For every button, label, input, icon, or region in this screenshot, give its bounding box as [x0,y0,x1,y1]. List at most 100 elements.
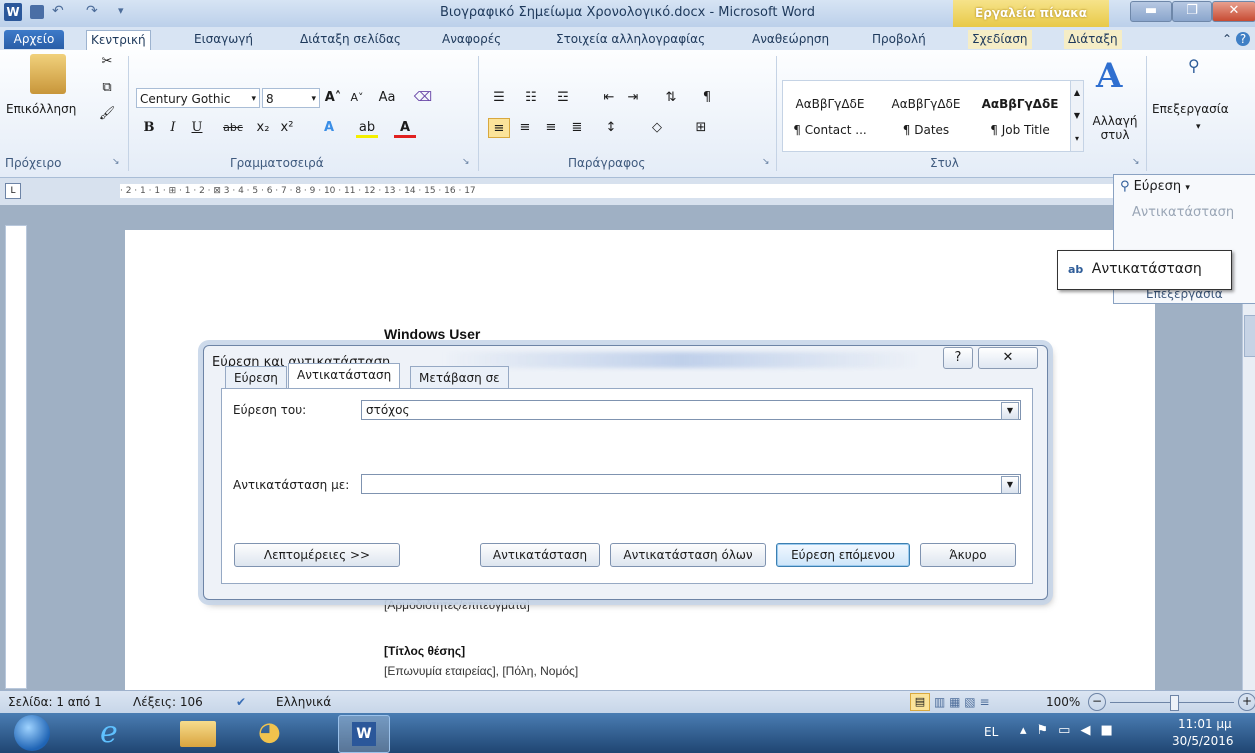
text-effects-icon[interactable]: A [318,118,340,138]
internet-explorer-icon[interactable]: e [100,715,118,750]
zoom-slider-thumb[interactable] [1170,695,1179,711]
tab-goto[interactable]: Μετάβαση σε [410,366,509,389]
highlight-icon[interactable]: ab [356,118,378,138]
print-layout-icon[interactable]: ▤ [910,693,930,711]
shrink-font-icon[interactable]: A˅ [346,88,368,108]
copy-icon[interactable]: ⧉ [96,78,118,98]
style-dates[interactable]: ΑαΒβΓγΔδΕ ¶ Dates [879,85,973,151]
style-contact[interactable]: ΑαΒβΓγΔδΕ ¶ Contact ... [783,85,877,151]
clock-date[interactable]: 30/5/2016 [1172,734,1234,748]
proofing-icon[interactable]: ✔ [236,695,246,709]
borders-icon[interactable]: ⊞ [690,118,712,138]
italic-icon[interactable]: I [162,118,184,138]
tab-view[interactable]: Προβολή [868,30,930,49]
document-heading[interactable]: Windows User [384,326,480,342]
word-count[interactable]: Λέξεις: 106 [133,695,203,709]
start-button[interactable] [14,715,50,751]
numbering-icon[interactable]: ☷ [520,88,542,108]
tab-table-layout[interactable]: Διάταξη [1064,30,1122,49]
binoculars-icon[interactable]: ⚲ [1188,56,1200,75]
styles-gallery[interactable]: ΑαΒβΓγΔδΕ ¶ Contact ... ΑαΒβΓγΔδΕ ¶ Date… [782,80,1072,152]
shading-icon[interactable]: ◇ [646,118,668,138]
cancel-button[interactable]: Άκυρο [920,543,1016,567]
tab-replace[interactable]: Αντικατάσταση [288,363,401,390]
tab-page-layout[interactable]: Διάταξη σελίδας [296,30,405,49]
show-marks-icon[interactable]: ¶ [696,88,718,108]
superscript-icon[interactable]: x² [276,118,298,138]
document-line[interactable]: [Τίτλος θέσης] [384,644,465,658]
minimize-button[interactable]: ▬ [1130,1,1172,22]
zoom-out-icon[interactable]: − [1088,693,1106,711]
chevron-down-icon[interactable]: ▼ [1001,476,1019,494]
tab-home[interactable]: Κεντρική [86,30,151,50]
paragraph-launcher-icon[interactable]: ↘ [762,157,770,167]
language-indicator[interactable]: EL [984,725,998,739]
tab-mailings[interactable]: Στοιχεία αλληλογραφίας [552,30,709,49]
chevron-down-icon[interactable]: ▼ [1001,402,1019,420]
tab-review[interactable]: Αναθεώρηση [748,30,833,49]
increase-indent-icon[interactable]: ⇥ [622,88,644,108]
replace-callout-button[interactable]: ab Αντικατάσταση [1057,250,1232,290]
align-center-icon[interactable]: ≡ [514,118,536,138]
bullets-icon[interactable]: ☰ [488,88,510,108]
line-spacing-icon[interactable]: ↕ [600,118,622,138]
replace-all-button[interactable]: Αντικατάσταση όλων [610,543,766,567]
tab-table-design[interactable]: Σχεδίαση [968,30,1032,49]
clock-time[interactable]: 11:01 μμ [1178,717,1232,731]
tab-insert[interactable]: Εισαγωγή [190,30,257,49]
grow-font-icon[interactable]: A˄ [322,88,344,108]
tab-references[interactable]: Αναφορές [438,30,505,49]
help-icon[interactable]: ? [1236,32,1250,46]
underline-icon[interactable]: U [186,118,208,138]
file-explorer-icon[interactable] [180,721,216,747]
paste-icon[interactable] [30,54,66,94]
editing-button[interactable]: Επεξεργασία [1152,102,1229,116]
find-menu-item[interactable]: ⚲ Εύρεση ▾ [1120,179,1190,194]
zoom-level[interactable]: 100% [1046,695,1080,709]
font-launcher-icon[interactable]: ↘ [462,157,470,167]
close-button[interactable]: ✕ [1212,1,1255,22]
tray-icons[interactable]: ▴⚑▭◀■ [1020,723,1123,738]
replace-with-field[interactable]: ▼ [361,474,1021,494]
more-button[interactable]: Λεπτομέρειες >> [234,543,400,567]
decrease-indent-icon[interactable]: ⇤ [598,88,620,108]
language-indicator[interactable]: Ελληνικά [276,695,331,709]
subscript-icon[interactable]: x₂ [252,118,274,138]
maximize-button[interactable]: ❐ [1172,1,1212,22]
strikethrough-icon[interactable]: abc [222,118,244,138]
font-size-combo[interactable]: 8 ▾ [262,88,320,108]
horizontal-ruler[interactable]: L · 2 · 1 · 1 · ⊞ · 1 · 2 · ⊠ 3 · 4 · 5 … [0,178,1255,206]
paste-button[interactable]: Επικόλληση [6,102,76,116]
find-what-field[interactable]: στόχος ▼ [361,400,1021,420]
tab-find[interactable]: Εύρεση [225,366,287,389]
find-next-button[interactable]: Εύρεση επόμενου [776,543,910,567]
style-job-title[interactable]: ΑαΒβΓγΔδΕ ¶ Job Title [973,85,1067,151]
clear-formatting-icon[interactable]: ⌫ [412,88,434,108]
replace-menu-item[interactable]: Αντικατάσταση [1132,205,1234,220]
clipboard-launcher-icon[interactable]: ↘ [112,157,120,167]
multilevel-list-icon[interactable]: ☲ [552,88,574,108]
sort-icon[interactable]: ⇅ [660,88,682,108]
justify-icon[interactable]: ≣ [566,118,588,138]
dialog-close-button[interactable]: ✕ [978,347,1038,369]
replace-button[interactable]: Αντικατάσταση [480,543,600,567]
align-right-icon[interactable]: ≡ [540,118,562,138]
tab-selector-icon[interactable]: L [5,183,21,199]
change-case-icon[interactable]: Aa [376,88,398,108]
document-line[interactable]: [Επωνυμία εταιρείας], [Πόλη, Νομός] [384,664,578,678]
scroll-thumb[interactable] [1244,315,1255,357]
vertical-ruler[interactable] [5,225,27,689]
zoom-in-icon[interactable]: + [1238,693,1255,711]
format-painter-icon[interactable]: 🖌 [96,104,118,124]
styles-launcher-icon[interactable]: ↘ [1132,157,1140,167]
view-icons[interactable]: ▥ ▦ ▧ ≡ [934,695,990,709]
document-line[interactable]: [Αρμοδιότητες/επιτεύγματα] [384,598,530,612]
paint-icon[interactable]: ◕ [258,717,281,747]
cut-icon[interactable]: ✂ [96,52,118,72]
change-styles-button[interactable]: Αλλαγή στυλ [1090,114,1140,142]
bold-icon[interactable]: B [138,118,160,138]
word-taskbar-icon[interactable]: W [338,715,390,753]
font-name-combo[interactable]: Century Gothic ▾ [136,88,260,108]
help-button[interactable]: ? [943,347,973,369]
page-count[interactable]: Σελίδα: 1 από 1 [8,695,102,709]
